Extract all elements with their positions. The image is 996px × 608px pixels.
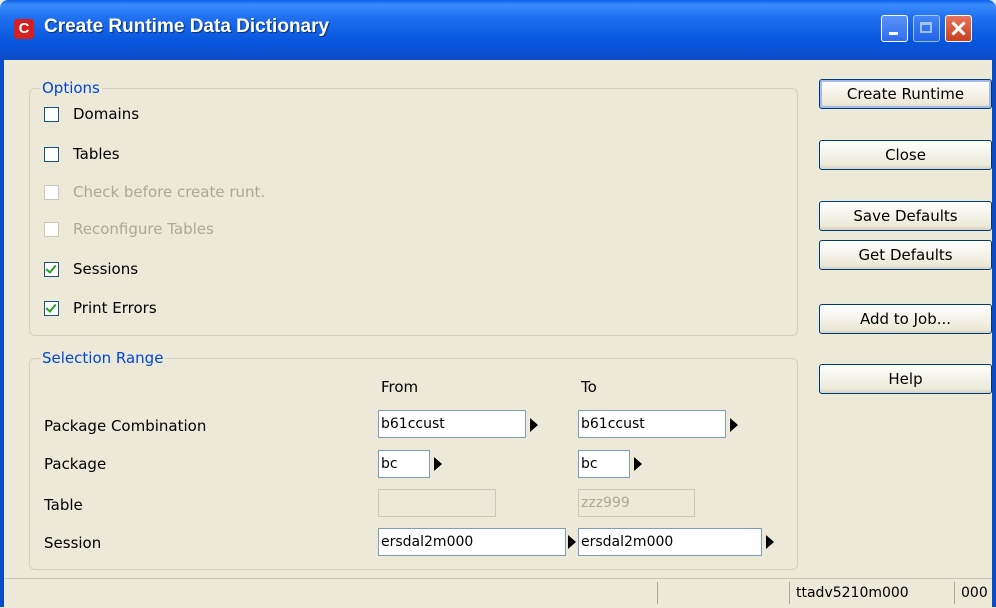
- package-combination-label: Package Combination: [44, 417, 207, 435]
- status-company: 000: [954, 582, 992, 604]
- checkmark-icon: [45, 301, 57, 313]
- create-runtime-button[interactable]: Create Runtime: [819, 79, 992, 109]
- sessions-checkbox[interactable]: [44, 262, 59, 277]
- help-button[interactable]: Help: [819, 364, 992, 394]
- print-errors-label[interactable]: Print Errors: [73, 299, 157, 317]
- session-to-zoom-icon[interactable]: [766, 535, 774, 549]
- close-button[interactable]: Close: [819, 140, 992, 170]
- options-group-title: Options: [40, 79, 102, 97]
- package-to-input[interactable]: bc: [578, 450, 630, 478]
- package-combination-from-input[interactable]: b61ccust: [378, 410, 526, 438]
- sessions-label[interactable]: Sessions: [73, 260, 138, 278]
- package-from-zoom-icon[interactable]: [434, 457, 442, 471]
- minimize-button[interactable]: [881, 15, 908, 42]
- add-to-job-button[interactable]: Add to Job...: [819, 304, 992, 334]
- session-label: Session: [44, 534, 102, 552]
- status-panel-empty: [657, 582, 789, 604]
- close-window-button[interactable]: [945, 15, 972, 42]
- from-header: From: [381, 378, 419, 396]
- check-before-create-checkbox: [44, 185, 59, 200]
- get-defaults-button[interactable]: Get Defaults: [819, 240, 992, 270]
- package-label: Package: [44, 455, 107, 473]
- package-combination-to-input[interactable]: b61ccust: [578, 410, 726, 438]
- session-from-input[interactable]: ersdal2m000: [378, 528, 566, 556]
- status-session-code: ttadv5210m000: [789, 582, 954, 604]
- reconfigure-tables-label: Reconfigure Tables: [73, 220, 214, 238]
- table-label: Table: [44, 496, 83, 514]
- session-to-input[interactable]: ersdal2m000: [578, 528, 762, 556]
- tables-label[interactable]: Tables: [73, 145, 120, 163]
- package-combination-to-zoom-icon[interactable]: [730, 418, 738, 432]
- title-bar[interactable]: C Create Runtime Data Dictionary: [0, 0, 996, 60]
- status-message-area: [52, 582, 657, 604]
- package-combination-from-zoom-icon[interactable]: [530, 418, 538, 432]
- window-frame-left: [0, 60, 4, 607]
- selection-range-title: Selection Range: [40, 349, 166, 367]
- table-from-input: [378, 489, 496, 517]
- package-to-zoom-icon[interactable]: [634, 457, 642, 471]
- window-frame-right: [992, 60, 996, 607]
- to-header: To: [581, 378, 597, 396]
- status-bar: ttadv5210m000 000: [4, 578, 992, 608]
- reconfigure-tables-checkbox: [44, 222, 59, 237]
- domains-checkbox[interactable]: [44, 107, 59, 122]
- maximize-button: [913, 15, 940, 42]
- tables-checkbox[interactable]: [44, 147, 59, 162]
- print-errors-checkbox[interactable]: [44, 301, 59, 316]
- table-to-input: zzz999: [578, 489, 695, 517]
- checkmark-icon: [45, 262, 57, 274]
- app-icon[interactable]: C: [14, 19, 34, 39]
- domains-label[interactable]: Domains: [73, 105, 139, 123]
- package-from-input[interactable]: bc: [378, 450, 430, 478]
- save-defaults-button[interactable]: Save Defaults: [819, 201, 992, 231]
- window-title: Create Runtime Data Dictionary: [44, 16, 330, 37]
- check-before-create-label: Check before create runt.: [73, 183, 266, 201]
- session-from-zoom-icon[interactable]: [568, 535, 576, 549]
